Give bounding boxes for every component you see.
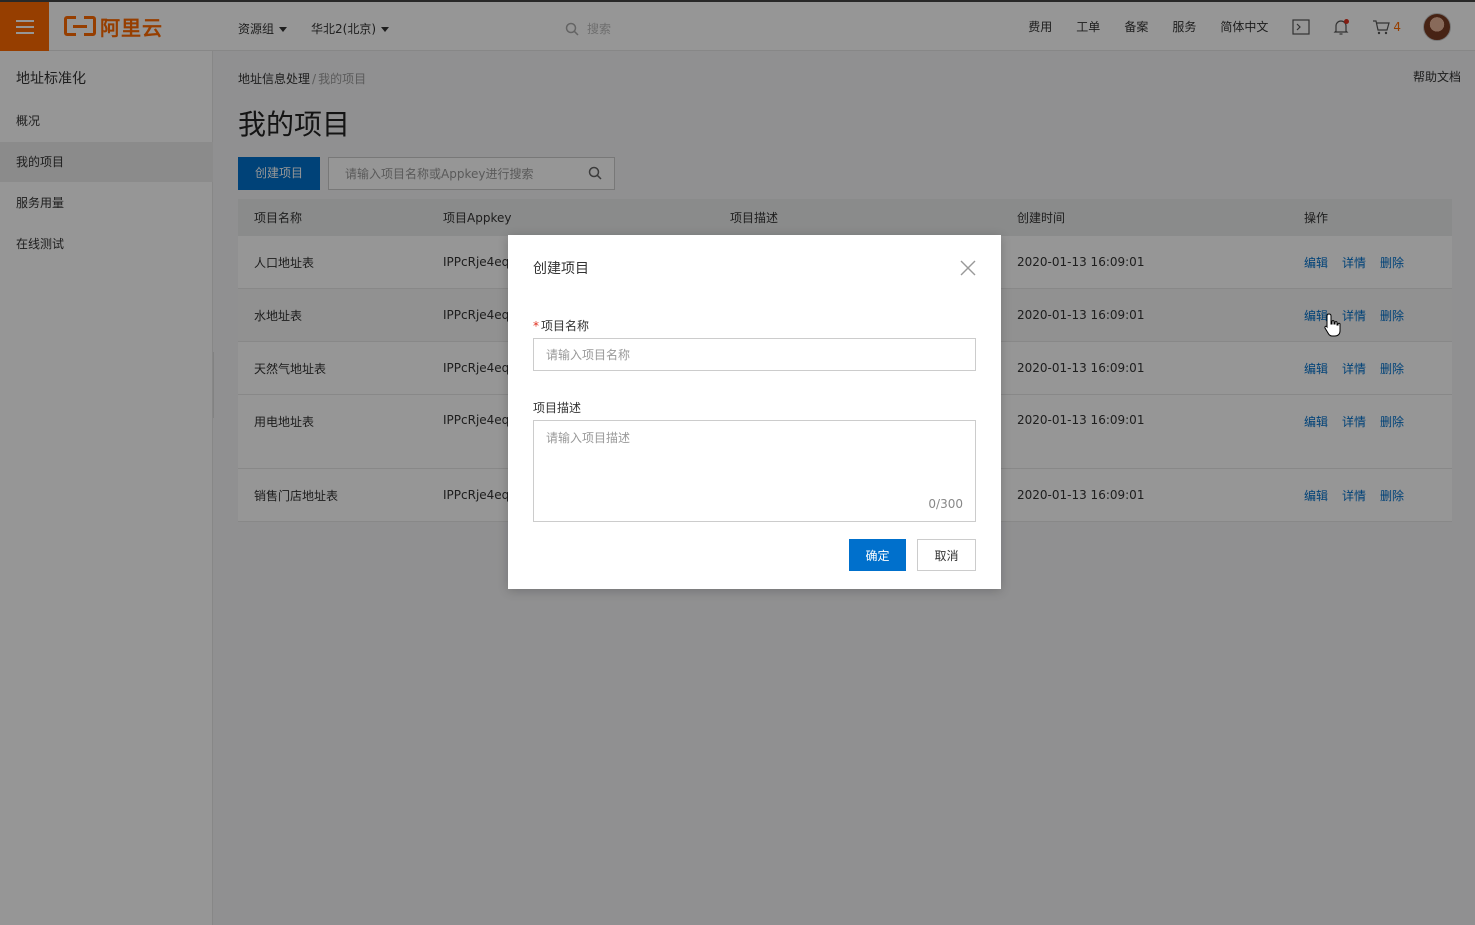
- project-name-input[interactable]: [534, 339, 975, 370]
- project-desc-textarea[interactable]: [534, 421, 975, 501]
- close-icon[interactable]: [959, 259, 977, 277]
- dialog-title: 创建项目: [533, 261, 589, 277]
- project-name-field: [533, 338, 976, 371]
- hand-cursor-icon: [1324, 313, 1341, 337]
- char-counter: 0/300: [928, 497, 963, 511]
- project-desc-label: 项目描述: [533, 401, 582, 415]
- confirm-button[interactable]: 确定: [849, 539, 906, 571]
- cancel-button[interactable]: 取消: [917, 539, 976, 571]
- project-desc-field: 0/300: [533, 420, 976, 522]
- create-project-dialog: 创建项目 *项目名称 项目描述 0/300 确定 取消: [508, 235, 1001, 589]
- required-mark: *: [533, 319, 539, 333]
- project-name-label: * 项目名称: [533, 319, 590, 333]
